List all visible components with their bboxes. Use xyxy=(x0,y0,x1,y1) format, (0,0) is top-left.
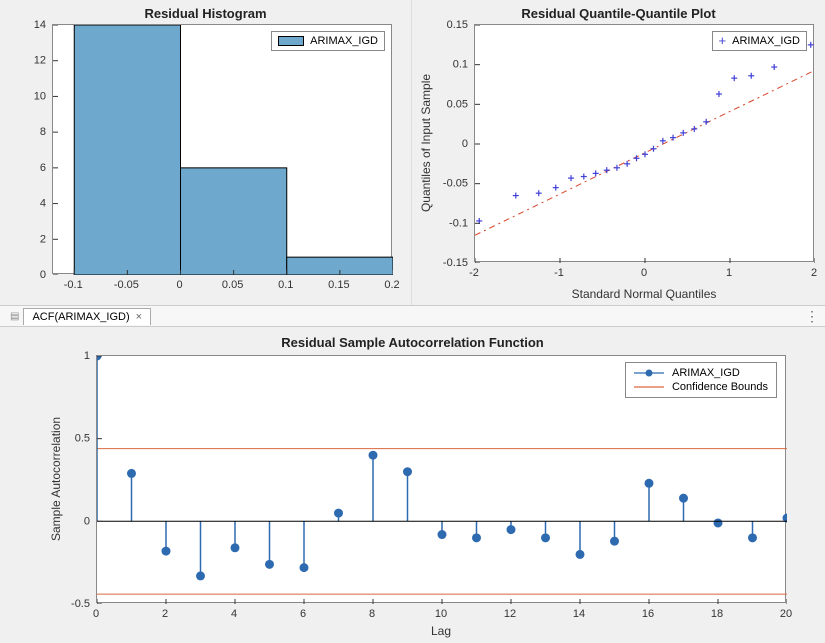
svg-text:18: 18 xyxy=(711,608,723,620)
histogram-axes: ARIMAX_IGD xyxy=(52,24,392,274)
svg-text:12: 12 xyxy=(34,55,46,67)
svg-text:6: 6 xyxy=(300,608,306,620)
svg-text:1: 1 xyxy=(726,267,732,279)
histogram-svg xyxy=(53,25,393,275)
svg-text:-0.15: -0.15 xyxy=(443,257,468,269)
svg-text:0: 0 xyxy=(40,269,46,281)
acf-panel: Residual Sample Autocorrelation Function… xyxy=(0,327,825,643)
svg-text:-0.05: -0.05 xyxy=(114,279,139,291)
svg-text:-0.05: -0.05 xyxy=(443,178,468,190)
qq-legend-label: ARIMAX_IGD xyxy=(732,35,800,47)
svg-text:2: 2 xyxy=(40,233,46,245)
tab-acf[interactable]: ACF(ARIMAX_IGD) × xyxy=(23,308,151,325)
svg-text:0: 0 xyxy=(93,608,99,620)
stem-marker-icon xyxy=(634,368,664,378)
svg-text:-0.5: -0.5 xyxy=(71,598,90,610)
svg-text:Quantiles of Input Sample: Quantiles of Input Sample xyxy=(419,74,433,212)
acf-legend-label-2: Confidence Bounds xyxy=(672,381,768,393)
svg-text:0: 0 xyxy=(176,279,182,291)
svg-text:10: 10 xyxy=(435,608,447,620)
histogram-legend-label: ARIMAX_IGD xyxy=(310,35,378,47)
svg-text:12: 12 xyxy=(504,608,516,620)
svg-text:4: 4 xyxy=(231,608,237,620)
acf-legend-label-1: ARIMAX_IGD xyxy=(672,367,740,379)
svg-text:0.1: 0.1 xyxy=(453,59,468,71)
svg-text:0: 0 xyxy=(84,515,90,527)
svg-text:0.1: 0.1 xyxy=(278,279,293,291)
acf-title: Residual Sample Autocorrelation Function xyxy=(0,335,825,350)
svg-text:2: 2 xyxy=(162,608,168,620)
histogram-legend: ARIMAX_IGD xyxy=(271,31,385,51)
close-icon[interactable]: × xyxy=(136,311,142,323)
bounds-line-icon xyxy=(634,382,664,392)
svg-text:16: 16 xyxy=(642,608,654,620)
svg-text:14: 14 xyxy=(573,608,585,620)
svg-text:0.05: 0.05 xyxy=(222,279,243,291)
svg-text:0.15: 0.15 xyxy=(328,279,349,291)
svg-text:Lag: Lag xyxy=(431,624,451,638)
qq-title: Residual Quantile-Quantile Plot xyxy=(412,6,825,21)
svg-text:20: 20 xyxy=(780,608,792,620)
residual-histogram-panel: Residual Histogram ARIMAX_IGD -0.1 -0.05 0… xyxy=(0,0,412,305)
qq-svg xyxy=(475,25,815,263)
svg-text:0.05: 0.05 xyxy=(447,98,468,110)
svg-text:1: 1 xyxy=(84,350,90,362)
svg-text:6: 6 xyxy=(40,162,46,174)
svg-text:10: 10 xyxy=(34,90,46,102)
svg-text:0: 0 xyxy=(462,138,468,150)
acf-legend: ARIMAX_IGD Confidence Bounds xyxy=(625,362,777,398)
plus-marker-icon: + xyxy=(719,36,727,46)
svg-text:0: 0 xyxy=(641,267,647,279)
svg-text:-0.1: -0.1 xyxy=(449,217,468,229)
qq-legend: + ARIMAX_IGD xyxy=(712,31,807,51)
svg-text:0.2: 0.2 xyxy=(384,279,399,291)
svg-text:4: 4 xyxy=(40,198,46,210)
tab-bar: ▤ ACF(ARIMAX_IGD) × ⋮ xyxy=(0,305,825,327)
svg-text:0.5: 0.5 xyxy=(75,433,90,445)
svg-text:8: 8 xyxy=(40,126,46,138)
kebab-icon[interactable]: ⋮ xyxy=(805,308,819,325)
histogram-title: Residual Histogram xyxy=(0,6,411,21)
qq-axes: + ARIMAX_IGD xyxy=(474,24,814,262)
qq-plot-panel: Residual Quantile-Quantile Plot + ARIMAX… xyxy=(412,0,825,305)
svg-text:Sample Autocorrelation: Sample Autocorrelation xyxy=(49,417,63,541)
svg-text:-1: -1 xyxy=(554,267,564,279)
svg-text:8: 8 xyxy=(369,608,375,620)
tab-label: ACF(ARIMAX_IGD) xyxy=(32,311,129,323)
tab-grip-icon: ▤ xyxy=(10,311,19,322)
svg-text:2: 2 xyxy=(811,267,817,279)
svg-text:-2: -2 xyxy=(469,267,479,279)
svg-text:Standard Normal Quantiles: Standard Normal Quantiles xyxy=(572,287,717,301)
legend-swatch xyxy=(278,36,304,46)
acf-axes: ARIMAX_IGD Confidence Bounds xyxy=(96,355,786,603)
svg-text:-0.1: -0.1 xyxy=(64,279,83,291)
